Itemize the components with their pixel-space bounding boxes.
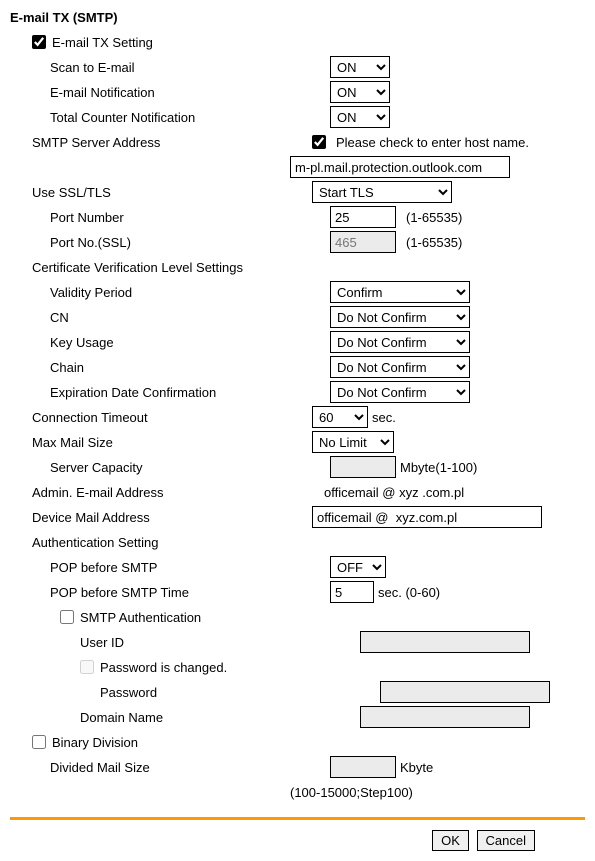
admin-email-value: officemail @ xyz .com.pl xyxy=(312,485,564,500)
server-capacity-label: Server Capacity xyxy=(10,460,330,475)
ok-button[interactable]: OK xyxy=(432,830,469,851)
chain-select[interactable]: Do Not Confirm xyxy=(330,356,470,378)
key-usage-label: Key Usage xyxy=(10,335,330,350)
scan-to-email-label: Scan to E-mail xyxy=(10,60,330,75)
max-mail-size-label: Max Mail Size xyxy=(10,435,312,450)
smtp-server-address-input[interactable] xyxy=(290,156,510,178)
user-id-label: User ID xyxy=(10,635,360,650)
server-capacity-unit: Mbyte(1-100) xyxy=(400,460,477,475)
divided-mail-size-label: Divided Mail Size xyxy=(10,760,330,775)
connection-timeout-unit: sec. xyxy=(372,410,396,425)
cert-level-title: Certificate Verification Level Settings xyxy=(10,260,312,275)
password-label: Password xyxy=(10,685,380,700)
pop-before-smtp-label: POP before SMTP xyxy=(10,560,330,575)
validity-period-select[interactable]: Confirm xyxy=(330,281,470,303)
expiration-label: Expiration Date Confirmation xyxy=(10,385,330,400)
host-name-checkbox[interactable] xyxy=(312,135,326,149)
smtp-server-address-label: SMTP Server Address xyxy=(10,135,312,150)
cn-label: CN xyxy=(10,310,330,325)
chain-label: Chain xyxy=(10,360,330,375)
server-capacity-input xyxy=(330,456,396,478)
scan-to-email-select[interactable]: ON xyxy=(330,56,390,78)
use-ssl-tls-select[interactable]: Start TLS xyxy=(312,181,452,203)
pop-before-smtp-time-label: POP before SMTP Time xyxy=(10,585,330,600)
host-name-checkbox-label: Please check to enter host name. xyxy=(336,135,529,150)
admin-email-label: Admin. E-mail Address xyxy=(10,485,312,500)
pop-before-smtp-time-unit: sec. (0-60) xyxy=(378,585,440,600)
email-tx-setting-label: E-mail TX Setting xyxy=(52,35,153,50)
password-changed-label: Password is changed. xyxy=(100,660,227,675)
email-notification-label: E-mail Notification xyxy=(10,85,330,100)
max-mail-size-select[interactable]: No Limit xyxy=(312,431,394,453)
page-title: E-mail TX (SMTP) xyxy=(10,10,585,25)
smtp-auth-checkbox[interactable] xyxy=(60,610,74,624)
password-input xyxy=(380,681,550,703)
device-mail-input[interactable] xyxy=(312,506,542,528)
port-number-hint: (1-65535) xyxy=(406,210,462,225)
pop-before-smtp-select[interactable]: OFF xyxy=(330,556,386,578)
divider xyxy=(10,817,585,820)
port-ssl-hint: (1-65535) xyxy=(406,235,462,250)
auth-setting-title: Authentication Setting xyxy=(10,535,312,550)
divided-mail-size-input xyxy=(330,756,396,778)
cn-select[interactable]: Do Not Confirm xyxy=(330,306,470,328)
password-changed-checkbox xyxy=(80,660,94,674)
connection-timeout-select[interactable]: 60 xyxy=(312,406,368,428)
use-ssl-tls-label: Use SSL/TLS xyxy=(10,185,312,200)
pop-before-smtp-time-input[interactable] xyxy=(330,581,374,603)
key-usage-select[interactable]: Do Not Confirm xyxy=(330,331,470,353)
port-number-label: Port Number xyxy=(10,210,330,225)
smtp-auth-label: SMTP Authentication xyxy=(80,610,201,625)
port-ssl-label: Port No.(SSL) xyxy=(10,235,330,250)
domain-name-label: Domain Name xyxy=(10,710,360,725)
user-id-input xyxy=(360,631,530,653)
binary-division-checkbox[interactable] xyxy=(32,735,46,749)
expiration-select[interactable]: Do Not Confirm xyxy=(330,381,470,403)
port-ssl-input xyxy=(330,231,396,253)
binary-division-label: Binary Division xyxy=(52,735,138,750)
divided-mail-size-hint: (100-15000;Step100) xyxy=(290,785,413,800)
total-counter-notification-label: Total Counter Notification xyxy=(10,110,330,125)
connection-timeout-label: Connection Timeout xyxy=(10,410,312,425)
domain-name-input xyxy=(360,706,530,728)
device-mail-label: Device Mail Address xyxy=(10,510,312,525)
cancel-button[interactable]: Cancel xyxy=(477,830,535,851)
total-counter-notification-select[interactable]: ON xyxy=(330,106,390,128)
port-number-input[interactable] xyxy=(330,206,396,228)
email-tx-setting-checkbox[interactable] xyxy=(32,35,46,49)
validity-period-label: Validity Period xyxy=(10,285,330,300)
divided-mail-size-unit: Kbyte xyxy=(400,760,433,775)
email-notification-select[interactable]: ON xyxy=(330,81,390,103)
